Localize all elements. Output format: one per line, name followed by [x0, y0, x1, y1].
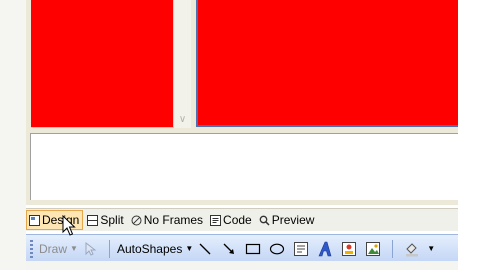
toolbar-separator	[108, 239, 110, 258]
oval-icon[interactable]	[268, 240, 286, 258]
diagram-icon[interactable]	[340, 240, 358, 258]
draw-menu[interactable]: Draw ▼	[39, 242, 78, 256]
tab-code-label: Code	[223, 213, 252, 227]
right-frame[interactable]	[196, 0, 458, 127]
bottom-frame[interactable]	[30, 133, 458, 200]
select-objects-icon[interactable]	[81, 240, 99, 258]
line-icon[interactable]	[196, 240, 214, 258]
chevron-down-icon[interactable]: ▼	[427, 244, 435, 253]
autoshapes-menu[interactable]: AutoShapes ▼	[117, 242, 193, 256]
tab-no-frames-label: No Frames	[143, 213, 204, 227]
scroll-down-icon[interactable]: ∨	[176, 113, 189, 126]
rectangle-icon[interactable]	[244, 240, 262, 258]
no-frames-icon	[131, 215, 142, 226]
toolbar-separator	[392, 239, 394, 258]
split-view-icon	[87, 214, 99, 226]
clip-art-icon[interactable]	[364, 240, 382, 258]
wordart-icon[interactable]	[316, 240, 334, 258]
tab-no-frames[interactable]: No Frames	[129, 210, 206, 230]
window-left-border	[0, 0, 26, 270]
autoshapes-menu-label: AutoShapes	[116, 241, 183, 256]
arrow-icon[interactable]	[220, 240, 238, 258]
tab-split-label: Split	[100, 213, 124, 227]
text-box-icon[interactable]	[292, 240, 310, 258]
window-right-border	[458, 0, 480, 270]
tab-split[interactable]: Split	[85, 210, 126, 230]
left-frame-scrollbar[interactable]: ∨	[173, 0, 191, 128]
preview-icon	[259, 215, 270, 226]
mouse-cursor-icon	[62, 215, 76, 236]
fill-color-icon[interactable]	[403, 240, 421, 258]
tab-preview[interactable]: Preview	[257, 210, 318, 230]
chevron-down-icon: ▼	[70, 244, 78, 253]
status-strip	[26, 261, 458, 270]
left-frame[interactable]	[31, 0, 173, 128]
design-view-icon	[29, 214, 40, 226]
code-view-icon	[210, 214, 222, 226]
toolbar-grip[interactable]	[30, 239, 33, 258]
chevron-down-icon: ▼	[185, 244, 194, 253]
tab-code[interactable]: Code	[208, 210, 255, 230]
drawing-toolbar: Draw ▼ AutoShapes ▼ ▼	[26, 234, 458, 262]
tab-preview-label: Preview	[271, 213, 315, 227]
draw-menu-label: Draw	[39, 241, 68, 256]
view-tabs-bar: Design Split No Frames Code Preview	[26, 208, 458, 231]
